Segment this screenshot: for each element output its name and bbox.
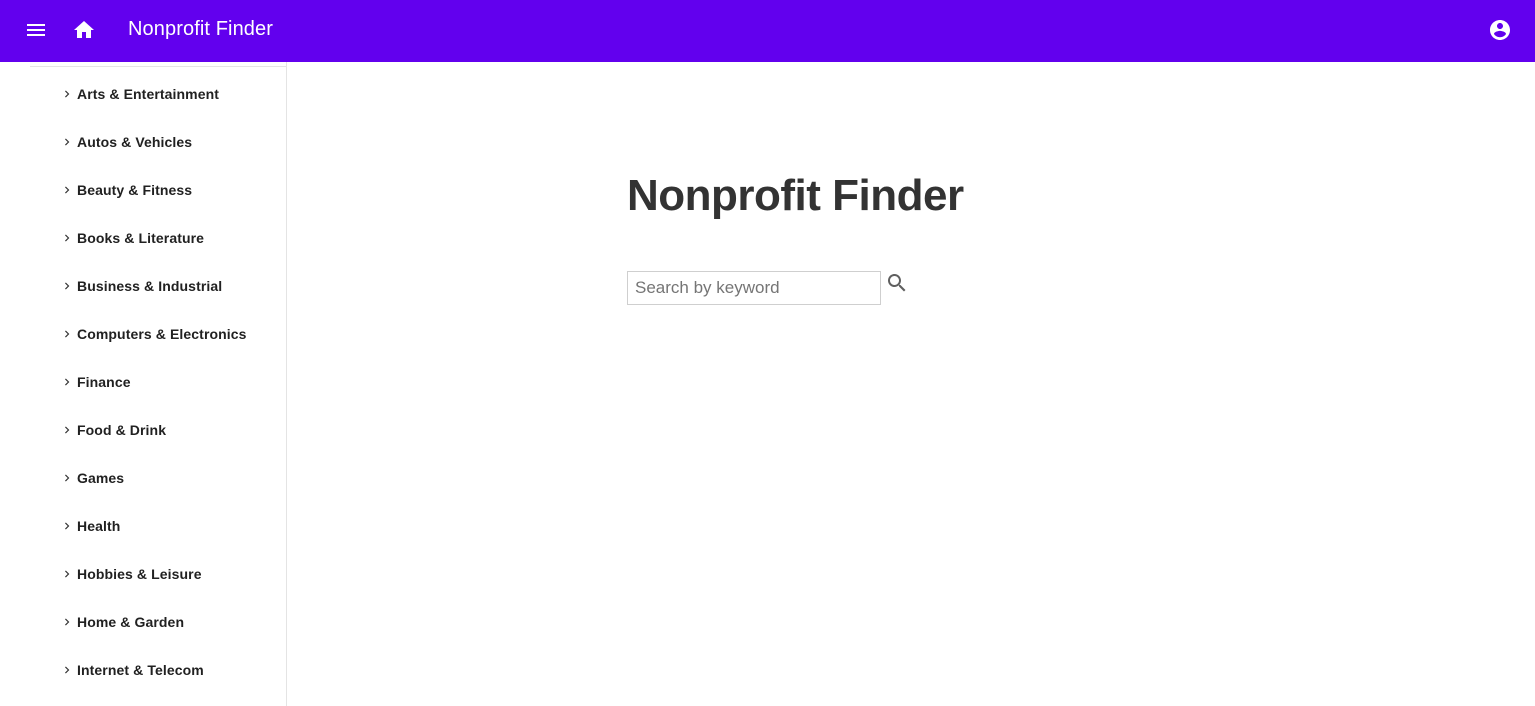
app-bar: Nonprofit Finder xyxy=(0,0,1535,62)
sidebar-item-health[interactable]: Health xyxy=(0,502,286,550)
search-input[interactable] xyxy=(627,271,881,305)
sidebar-item-business-industrial[interactable]: Business & Industrial xyxy=(0,262,286,310)
chevron-right-icon xyxy=(60,375,74,389)
sidebar-item-label: Games xyxy=(77,470,125,486)
sidebar-item-label: Finance xyxy=(77,374,131,390)
sidebar-item-autos-vehicles[interactable]: Autos & Vehicles xyxy=(0,118,286,166)
account-circle-icon xyxy=(1490,20,1510,40)
chevron-right-icon xyxy=(60,567,74,581)
menu-icon xyxy=(27,24,45,36)
menu-button[interactable] xyxy=(24,18,48,42)
chevron-right-icon xyxy=(60,663,74,677)
sidebar-item-books-literature[interactable]: Books & Literature xyxy=(0,214,286,262)
sidebar-item-label: Arts & Entertainment xyxy=(77,86,220,102)
chevron-right-icon xyxy=(60,615,74,629)
sidebar-item-label: Computers & Electronics xyxy=(77,326,247,342)
sidebar-item-hobbies-leisure[interactable]: Hobbies & Leisure xyxy=(0,550,286,598)
chevron-right-icon xyxy=(60,231,74,245)
sidebar-item-label: Beauty & Fitness xyxy=(77,182,193,198)
sidebar-item-label: Home & Garden xyxy=(77,614,185,630)
category-sidebar: Arts & Entertainment Autos & Vehicles Beau… xyxy=(0,62,287,706)
chevron-right-icon xyxy=(60,87,74,101)
sidebar-item-home-garden[interactable]: Home & Garden xyxy=(0,598,286,646)
sidebar-item-finance[interactable]: Finance xyxy=(0,358,286,406)
sidebar-item-beauty-fitness[interactable]: Beauty & Fitness xyxy=(0,166,286,214)
chevron-right-icon xyxy=(60,135,74,149)
category-list: Arts & Entertainment Autos & Vehicles Beau… xyxy=(0,70,286,694)
sidebar-item-label: Books & Literature xyxy=(77,230,205,246)
sidebar-item-food-drink[interactable]: Food & Drink xyxy=(0,406,286,454)
sidebar-item-label: Internet & Telecom xyxy=(77,662,204,678)
chevron-right-icon xyxy=(60,279,74,293)
chevron-right-icon xyxy=(60,519,74,533)
home-icon xyxy=(74,21,94,38)
app-title[interactable]: Nonprofit Finder xyxy=(128,17,273,41)
sidebar-item-internet-telecom[interactable]: Internet & Telecom xyxy=(0,646,286,694)
chevron-right-icon xyxy=(60,327,74,341)
sidebar-item-label: Hobbies & Leisure xyxy=(77,566,202,582)
main-content: Nonprofit Finder xyxy=(287,62,1535,706)
home-button[interactable] xyxy=(72,18,96,42)
sidebar-item-computers-electronics[interactable]: Computers & Electronics xyxy=(0,310,286,358)
chevron-right-icon xyxy=(60,183,74,197)
chevron-right-icon xyxy=(60,423,74,437)
sidebar-item-label: Business & Industrial xyxy=(77,278,223,294)
sidebar-item-arts-entertainment[interactable]: Arts & Entertainment xyxy=(0,70,286,118)
sidebar-item-label: Autos & Vehicles xyxy=(77,134,193,150)
chevron-right-icon xyxy=(60,471,74,485)
page-heading-container: Nonprofit Finder xyxy=(627,170,964,222)
account-button[interactable] xyxy=(1488,18,1512,42)
sidebar-item-label: Health xyxy=(77,518,121,534)
search-icon xyxy=(888,274,906,292)
sidebar-item-games[interactable]: Games xyxy=(0,454,286,502)
sidebar-divider xyxy=(30,66,286,67)
search-button[interactable] xyxy=(885,271,909,295)
page-title: Nonprofit Finder xyxy=(627,171,964,220)
sidebar-item-label: Food & Drink xyxy=(77,422,167,438)
